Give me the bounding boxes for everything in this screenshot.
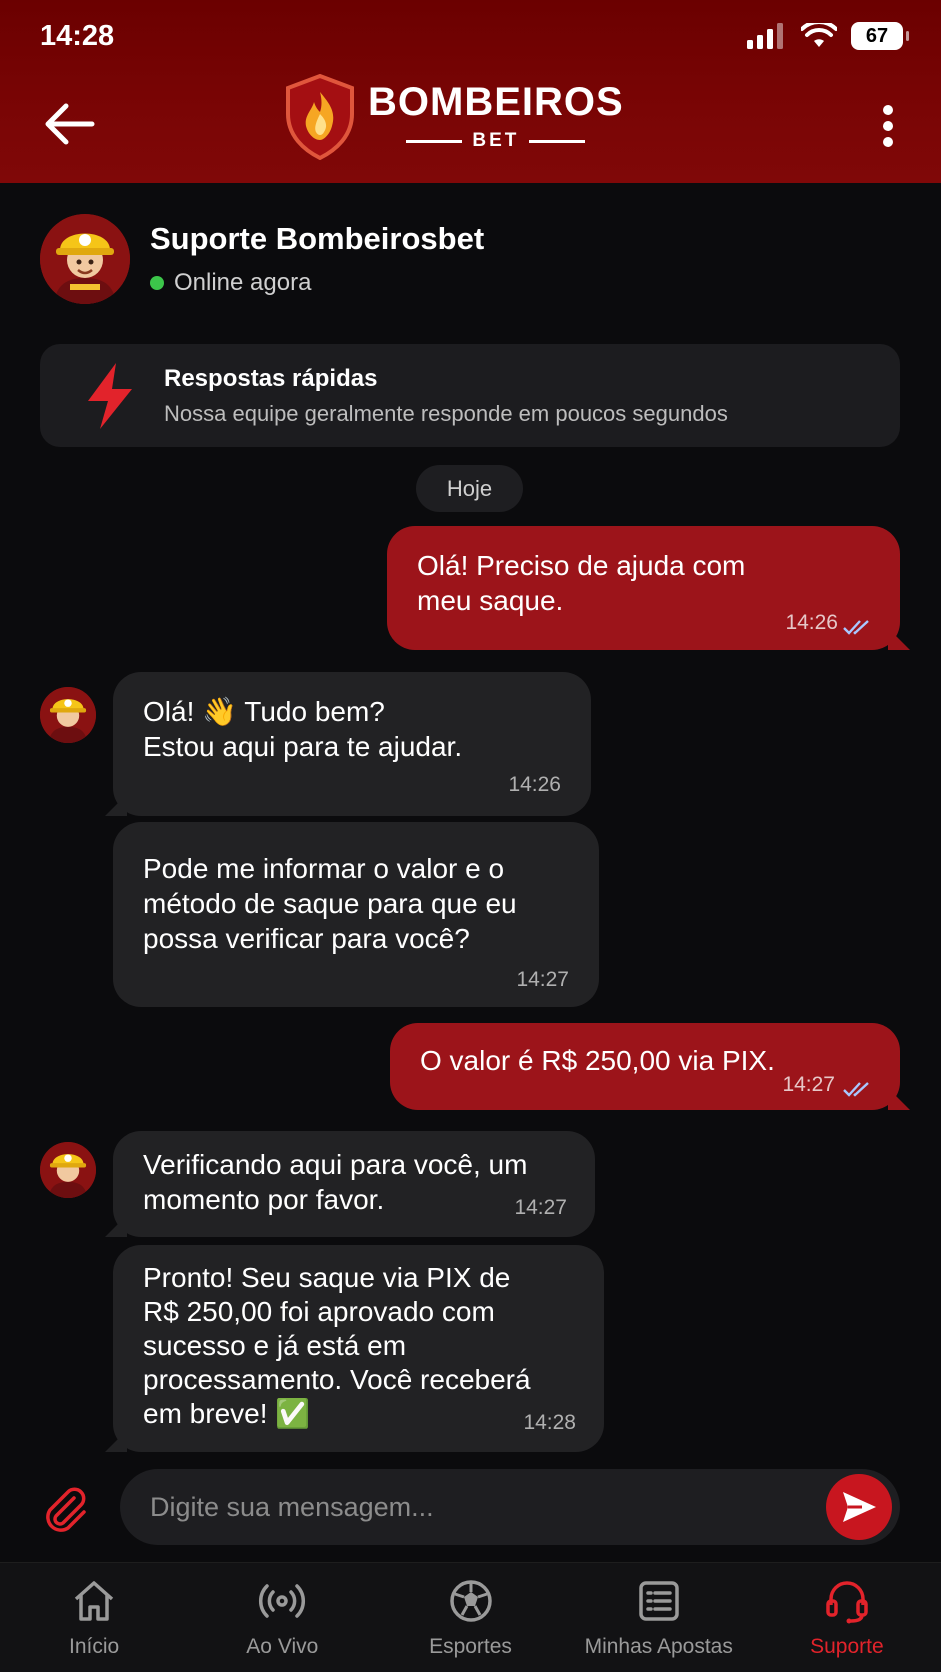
bubble-tail xyxy=(888,1088,910,1110)
battery-icon: 67 xyxy=(851,22,909,50)
message-text: sucesso e já está em xyxy=(143,1330,407,1361)
message-incoming: Pode me informar o valor e o método de s… xyxy=(113,822,599,1007)
message-text: Pronto! Seu saque via PIX de xyxy=(143,1262,511,1293)
lightning-icon xyxy=(88,362,132,429)
message-incoming: Olá! 👋 Tudo bem? Estou aqui para te ajud… xyxy=(105,672,591,816)
brand-subtitle: BET xyxy=(406,130,586,152)
message-incoming: Verificando aqui para você, um momento p… xyxy=(105,1131,595,1237)
firefighter-avatar-icon xyxy=(40,687,96,743)
back-arrow-icon[interactable] xyxy=(44,102,96,146)
more-options-icon[interactable] xyxy=(873,104,903,148)
message-time: 14:26 xyxy=(508,773,561,796)
brand-logo: BOMBEIROS BET xyxy=(284,74,624,160)
shield-flame-icon xyxy=(286,74,354,160)
day-separator: Hoje xyxy=(416,465,523,512)
nav-item-suporte[interactable]: Suporte xyxy=(753,1563,941,1672)
nav-item-minhas-apostas[interactable]: Minhas Apostas xyxy=(565,1563,753,1672)
bets-list-icon xyxy=(638,1581,679,1621)
brand-sub-label: BET xyxy=(472,130,520,151)
agent-avatar-small xyxy=(40,1142,96,1198)
agent-avatar-small xyxy=(40,687,96,743)
brand-name: BOMBEIROS xyxy=(368,80,624,124)
quick-replies-title: Respostas rápidas xyxy=(164,364,378,392)
nav-label: Minhas Apostas xyxy=(584,1635,733,1658)
bubble-tail xyxy=(105,1430,127,1452)
app-header: 14:28 67 BOMBEIROS BET xyxy=(0,0,941,183)
agent-header: Suporte Bombeirosbet Online agora xyxy=(40,214,484,304)
message-text: Pode me informar o valor e o xyxy=(143,853,505,884)
message-outgoing: Olá! Preciso de ajuda com meu saque. 14:… xyxy=(387,526,910,650)
attach-paperclip-icon[interactable] xyxy=(40,1484,90,1534)
status-time: 14:28 xyxy=(40,20,115,52)
message-text: Olá! Preciso de ajuda com xyxy=(417,550,746,581)
agent-name: Suporte Bombeirosbet xyxy=(150,221,485,256)
firefighter-avatar-icon xyxy=(40,1142,96,1198)
message-text: momento por favor. xyxy=(143,1184,385,1215)
nav-label: Esportes xyxy=(429,1635,512,1658)
quick-replies-card: Respostas rápidas Nossa equipe geralment… xyxy=(40,344,900,447)
message-composer xyxy=(120,1469,900,1545)
bubble-tail xyxy=(888,628,910,650)
bubble-tail xyxy=(105,794,127,816)
message-text: Verificando aqui para você, um xyxy=(143,1149,528,1180)
nav-label: Suporte xyxy=(810,1635,884,1658)
message-time: 14:27 xyxy=(514,1196,567,1219)
nav-item-inicio[interactable]: Início xyxy=(0,1563,188,1672)
bottom-nav: Início Ao Vivo Esportes Minhas Apostas S… xyxy=(0,1562,941,1672)
agent-status: Online agora xyxy=(150,269,484,297)
bubble-tail xyxy=(105,1215,127,1237)
message-text: possa verificar para você? xyxy=(143,923,470,954)
quick-replies-subtitle: Nossa equipe geralmente responde em pouc… xyxy=(164,400,728,426)
read-ticks-icon xyxy=(843,620,869,635)
firefighter-avatar-icon xyxy=(40,214,130,304)
wifi-icon xyxy=(801,23,837,47)
agent-status-label: Online agora xyxy=(174,269,312,296)
message-time: 14:27 xyxy=(516,968,569,991)
message-incoming: Pronto! Seu saque via PIX de R$ 250,00 f… xyxy=(105,1245,604,1452)
message-time: 14:26 xyxy=(785,611,838,634)
message-input[interactable] xyxy=(150,1469,810,1545)
nav-item-ao-vivo[interactable]: Ao Vivo xyxy=(188,1563,376,1672)
message-text: R$ 250,00 foi aprovado com xyxy=(143,1296,495,1327)
message-text: Olá! 👋 Tudo bem? xyxy=(143,696,385,727)
message-text: em breve! ✅ xyxy=(143,1398,311,1429)
live-icon xyxy=(259,1584,306,1618)
message-text: método de saque para que eu xyxy=(143,888,517,919)
send-button[interactable] xyxy=(826,1474,892,1540)
home-icon xyxy=(74,1581,114,1621)
status-icons: 67 xyxy=(747,22,909,50)
agent-avatar xyxy=(40,214,130,304)
message-time: 14:27 xyxy=(782,1073,835,1096)
message-text: Estou aqui para te ajudar. xyxy=(143,731,463,762)
headset-icon xyxy=(826,1581,868,1624)
nav-label: Ao Vivo xyxy=(246,1635,319,1658)
message-outgoing: O valor é R$ 250,00 via PIX. 14:27 xyxy=(390,1023,910,1110)
soccer-ball-icon xyxy=(449,1580,492,1622)
nav-label: Início xyxy=(69,1635,120,1658)
online-dot-icon xyxy=(150,276,164,290)
message-time: 14:28 xyxy=(523,1411,576,1434)
read-ticks-icon xyxy=(843,1082,869,1097)
nav-item-esportes[interactable]: Esportes xyxy=(376,1563,564,1672)
send-icon xyxy=(843,1492,876,1522)
signal-icon xyxy=(747,23,783,49)
message-text: processamento. Você receberá xyxy=(143,1364,531,1395)
